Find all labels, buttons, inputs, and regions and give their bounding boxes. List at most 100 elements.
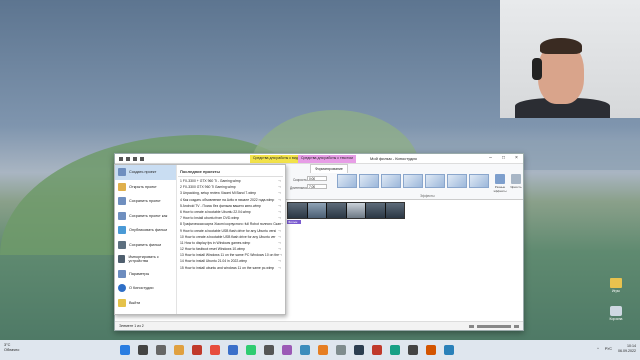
effect-thumb[interactable] — [425, 174, 445, 188]
webcam-person-hair — [540, 38, 582, 54]
new-project-icon — [118, 168, 126, 177]
app-icon[interactable] — [354, 345, 364, 355]
tray-chevron-up-icon[interactable]: ^ — [597, 347, 599, 351]
language-indicator[interactable]: РУС — [605, 347, 612, 351]
menu-item-label: Сохранить проект как — [129, 213, 168, 218]
effect-thumb[interactable] — [469, 174, 489, 188]
context-tab-video-tools[interactable]: Средства для работы с видео — [250, 155, 305, 163]
app-icon[interactable] — [318, 345, 328, 355]
recent-projects-header: Последние проекты — [178, 167, 283, 177]
menu-item-exit[interactable]: Выйти — [115, 296, 176, 311]
multiple-effects-button[interactable]: Разные эффекты — [493, 174, 507, 193]
options-icon — [118, 269, 126, 278]
app-icon[interactable] — [264, 345, 274, 355]
video-frame — [327, 203, 346, 218]
menu-item-label: Выйти — [129, 300, 141, 305]
context-tab-text-tools[interactable]: Средства для работы с текстом — [298, 155, 356, 163]
brightness-button[interactable]: Яркость — [509, 174, 523, 189]
effect-thumb[interactable] — [359, 174, 379, 188]
app-icon[interactable] — [336, 345, 346, 355]
menu-item-import[interactable]: Импортировать с устройства — [115, 252, 176, 267]
status-text: Элемент 1 из 2 — [119, 324, 144, 328]
menu-item-label: Импортировать с устройства — [128, 255, 159, 264]
video-frame — [307, 203, 326, 218]
task-view-icon[interactable] — [156, 345, 166, 355]
effect-thumb[interactable] — [381, 174, 401, 188]
menu-item-label: Открыть проект — [129, 184, 157, 189]
app-icon[interactable] — [192, 345, 202, 355]
undo-icon[interactable] — [133, 156, 137, 161]
menu-item-save-project[interactable]: Сохранить проект — [115, 194, 176, 209]
minimize-icon[interactable]: – — [487, 155, 494, 162]
zoom-in-icon[interactable] — [514, 325, 519, 328]
effects-group-label: Эффекты — [420, 194, 435, 198]
quick-access-toolbar — [115, 156, 144, 161]
app-icon[interactable] — [282, 345, 292, 355]
duration-input[interactable]: 7,00 — [307, 184, 327, 189]
pin-icon[interactable]: ⊸ — [281, 221, 283, 227]
search-icon[interactable] — [138, 345, 148, 355]
menu-item-save-as[interactable]: Сохранить проект как — [115, 209, 176, 224]
app-icon[interactable] — [390, 345, 400, 355]
desktop-folder-icon[interactable]: Игры — [608, 278, 624, 293]
menu-item-open-project[interactable]: Открыть проект — [115, 180, 176, 195]
menu-item-new-project[interactable]: Создать проект — [115, 165, 176, 180]
recent-project-name: 15 How to install ubuntu and windows 11 … — [180, 265, 275, 270]
close-icon[interactable]: × — [513, 155, 520, 162]
explorer-icon[interactable] — [174, 345, 184, 355]
webcam-person-headset — [532, 58, 542, 80]
save-project-icon — [118, 197, 126, 206]
speed-input[interactable]: 0:00 — [307, 176, 327, 181]
zoom-slider[interactable] — [469, 325, 519, 328]
pin-icon[interactable]: ⊸ — [278, 265, 281, 271]
app-icon[interactable] — [426, 345, 436, 355]
menu-item-save-movie[interactable]: Сохранить фильм — [115, 238, 176, 253]
recent-projects: Последние проекты 1 FX-3300 + GTX 960 Ti… — [178, 167, 283, 271]
app-icon[interactable] — [408, 345, 418, 355]
start-icon[interactable] — [120, 345, 130, 355]
menu-item-label: Опубликовать фильм — [129, 228, 167, 233]
caption-label[interactable]: Фильм — [287, 220, 301, 224]
status-bar: Элемент 1 из 2 — [115, 321, 523, 330]
effect-thumb[interactable] — [403, 174, 423, 188]
recent-project-item[interactable]: 15 How to install ubuntu and windows 11 … — [178, 265, 283, 271]
maximize-icon[interactable]: □ — [500, 155, 507, 162]
save-icon[interactable] — [126, 156, 130, 161]
zoom-track[interactable] — [477, 325, 511, 328]
import-icon — [118, 255, 126, 264]
window-title: Мой фильм - Киностудия — [370, 156, 417, 161]
speed-label: Скорость — [293, 178, 307, 182]
video-filmstrip[interactable] — [287, 202, 405, 219]
save-as-icon — [118, 211, 126, 220]
clock[interactable]: 10:14 06.09.2022 — [618, 344, 636, 354]
app-icon[interactable] — [300, 345, 310, 355]
tab-format[interactable]: Форматирование — [310, 164, 348, 173]
clock-date: 06.09.2022 — [618, 349, 636, 353]
menu-item-publish[interactable]: Опубликовать фильм — [115, 223, 176, 238]
app-icon[interactable] — [372, 345, 382, 355]
menu-item-about[interactable]: О Киностудии — [115, 281, 176, 296]
weather-widget[interactable]: 3°C Облачно — [4, 343, 19, 353]
app-icon[interactable] — [228, 345, 238, 355]
app-icon[interactable] — [246, 345, 256, 355]
menu-item-label: О Киностудии — [129, 286, 154, 291]
about-icon — [118, 284, 126, 293]
menu-item-options[interactable]: Параметры — [115, 267, 176, 282]
yandex-icon[interactable] — [210, 345, 220, 355]
movie-maker-icon[interactable] — [444, 345, 454, 355]
recycle-bin-icon[interactable]: Корзина — [608, 306, 624, 321]
app-icon — [119, 156, 123, 161]
zoom-out-icon[interactable] — [469, 325, 474, 328]
brightness-icon — [511, 174, 521, 184]
video-frame — [366, 203, 385, 218]
save-movie-icon — [118, 240, 126, 249]
desktop-icon-label: Игры — [612, 289, 620, 293]
system-tray: ^ РУС 10:14 06.09.2022 — [597, 344, 636, 354]
effect-thumb[interactable] — [447, 174, 467, 188]
button-label: Яркость — [510, 185, 522, 189]
redo-icon[interactable] — [140, 156, 144, 161]
video-frame — [346, 203, 365, 218]
file-menu-commands: Создать проект Открыть проект Сохранить … — [115, 165, 177, 314]
effect-thumb[interactable] — [337, 174, 357, 188]
video-frame — [385, 203, 404, 218]
